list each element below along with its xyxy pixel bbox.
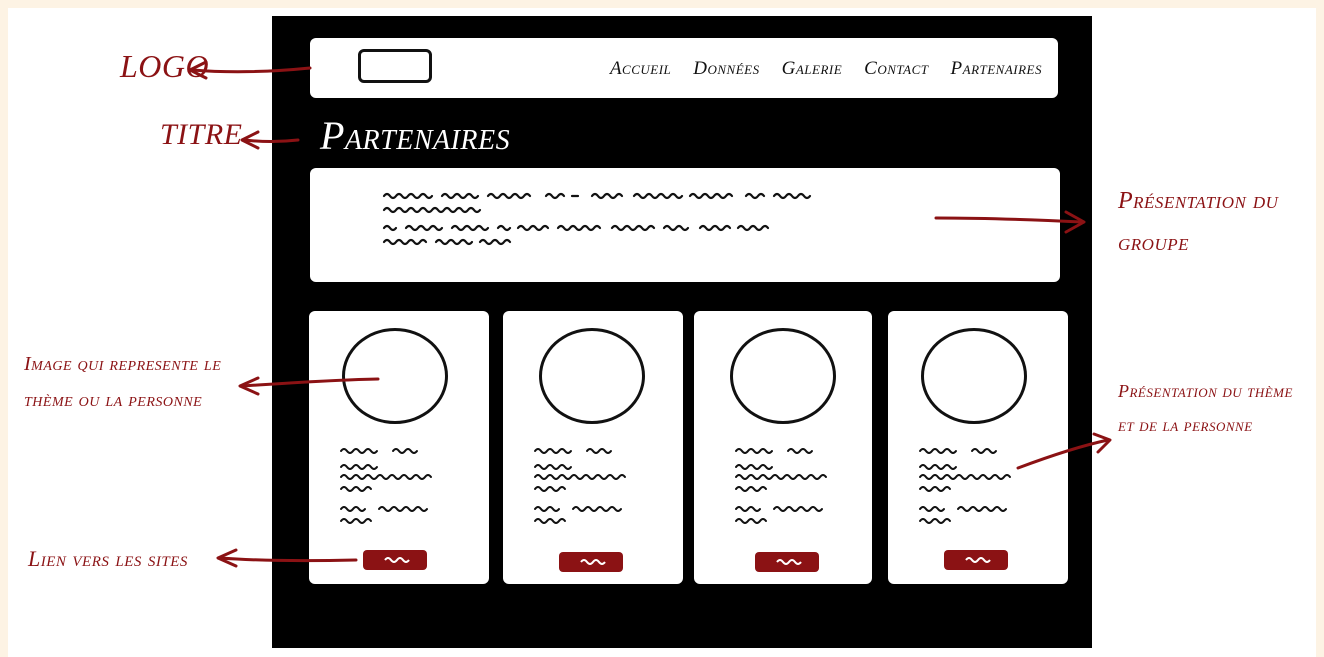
arrow-image	[238, 376, 380, 396]
arrow-titre	[240, 130, 300, 150]
arrow-group-presentation	[934, 210, 1086, 234]
arrow-theme-presentation	[1016, 432, 1112, 470]
arrow-logo	[188, 60, 312, 80]
arrow-lien	[216, 548, 358, 568]
wireframe-diagram: Accueil Données Galerie Contact Partenai…	[0, 0, 1324, 657]
annotation-arrows	[188, 60, 1112, 568]
